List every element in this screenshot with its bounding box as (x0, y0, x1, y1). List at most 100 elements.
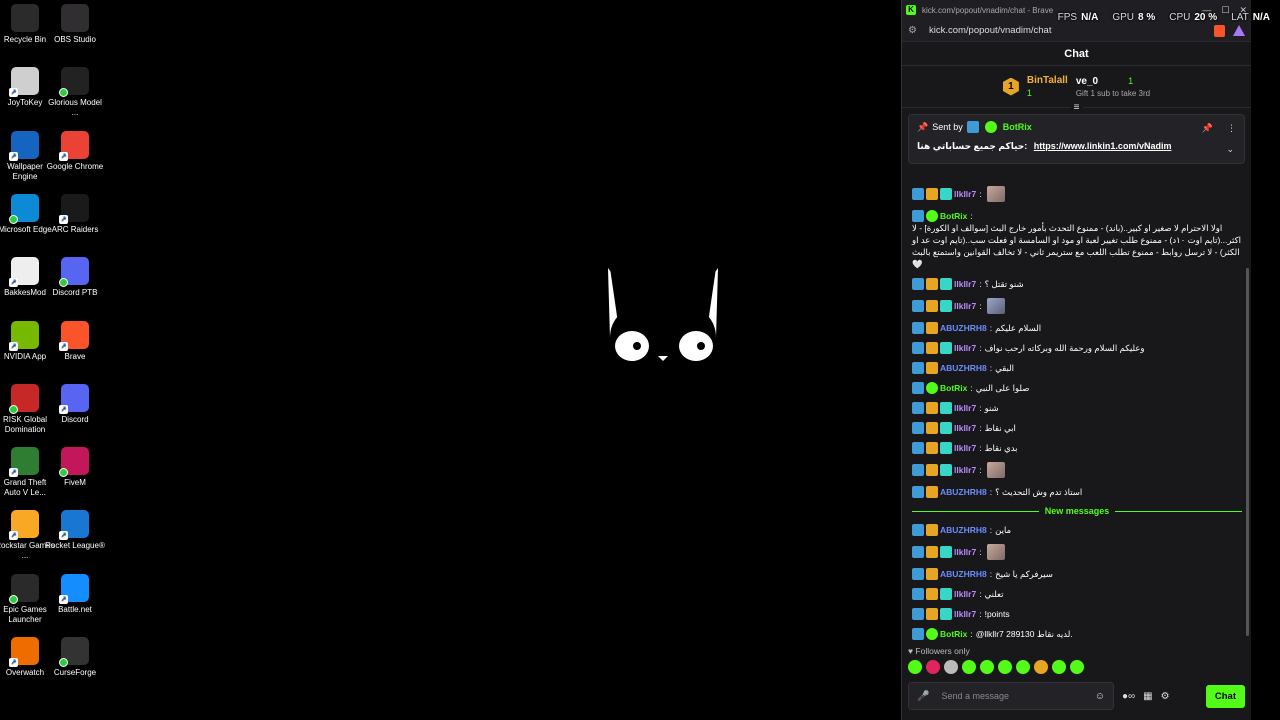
brave-rewards-icon[interactable] (1233, 24, 1245, 36)
settings-icon[interactable]: ⚙ (1161, 691, 1170, 702)
desktop-shortcut[interactable]: Discord PTB (50, 257, 100, 298)
chat-username[interactable]: llkllr7 (954, 402, 976, 414)
shortcut-arrow-icon: ↗ (59, 214, 68, 224)
pinned-link[interactable]: https://www.linkin1.com/vNadim (1034, 141, 1172, 151)
quick-emote-icon[interactable] (1052, 660, 1066, 674)
pinned-sender[interactable]: BotRix (1003, 122, 1032, 132)
quick-emote-icon[interactable] (1016, 660, 1030, 674)
sync-check-icon (59, 88, 68, 98)
chat-message[interactable]: ABUZHRH8: استاذ تدم وش التحديث ؟ (912, 482, 1242, 502)
store-icon[interactable]: ▦ (1143, 691, 1152, 702)
chat-message[interactable]: llkllr7: (912, 294, 1242, 318)
desktop-shortcut[interactable]: CurseForge (50, 637, 100, 678)
gift-prompt[interactable]: Gift 1 sub to take 3rd (1076, 89, 1150, 98)
quick-emote-icon[interactable] (998, 660, 1012, 674)
chat-username[interactable]: llkllr7 (954, 442, 976, 454)
send-chat-button[interactable]: Chat (1205, 684, 1245, 708)
desktop-shortcut[interactable]: ↗ NVIDIA App (0, 320, 50, 362)
desktop-shortcut[interactable]: Glorious Model ... (48, 67, 102, 118)
message-input-box[interactable]: 🎤 ☺ (908, 682, 1114, 710)
desktop-shortcut[interactable]: Microsoft Edge (0, 193, 52, 235)
brave-shields-icon[interactable] (1214, 24, 1225, 37)
chat-username[interactable]: llkllr7 (954, 422, 976, 434)
microphone-icon[interactable]: 🎤 (917, 691, 929, 702)
chat-message[interactable]: llkllr7: شنو تقتل ؟ (912, 274, 1242, 294)
chat-message[interactable]: llkllr7: (912, 458, 1242, 482)
chat-username[interactable]: ABUZHRH8 (940, 322, 987, 334)
desktop-shortcut[interactable]: Recycle Bin (0, 4, 50, 45)
chat-message[interactable]: llkllr7: ابي نقاط (912, 418, 1242, 438)
chat-message[interactable]: BotRix: @llkllr7 289130 لديه نقاط. (912, 624, 1242, 640)
chat-username[interactable]: llkllr7 (954, 188, 976, 200)
desktop-shortcut[interactable]: ↗ Wallpaper Engine (0, 130, 50, 182)
desktop-shortcut[interactable]: ↗ Overwatch (0, 637, 50, 678)
chat-message[interactable]: llkllr7: بدي نقاط (912, 438, 1242, 458)
leader-first-name[interactable]: BinTalall (1027, 75, 1068, 86)
desktop-shortcut[interactable]: ↗ Grand Theft Auto V Le... (0, 447, 50, 498)
desktop-shortcut[interactable]: ↗ Battle.net (50, 573, 100, 615)
chat-message[interactable]: BotRix: اولا الاحترام لا صغير او كبير..(ب… (912, 206, 1242, 274)
leader-second-name[interactable]: ve_0 (1076, 76, 1098, 87)
chat-username[interactable]: llkllr7 (954, 588, 976, 600)
chat-username[interactable]: llkllr7 (954, 300, 976, 312)
points-icon[interactable]: ●∞ (1122, 691, 1135, 702)
chevron-down-icon[interactable]: ⌄ (1226, 144, 1234, 155)
address-bar[interactable]: ⚙ kick.com/popout/vnadim/chat (902, 20, 1251, 42)
desktop-shortcut[interactable]: ↗ Discord (50, 383, 100, 425)
more-options-icon[interactable]: ⋮ (1227, 123, 1236, 134)
quick-emote-icon[interactable] (1034, 660, 1048, 674)
chat-username[interactable]: BotRix (940, 628, 967, 640)
moderator-badge-icon (912, 278, 924, 290)
message-input[interactable] (941, 691, 1095, 701)
desktop-shortcut[interactable]: ↗ Rocket League® (45, 510, 105, 551)
chat-username[interactable]: BotRix (940, 210, 967, 222)
chat-username[interactable]: BotRix (940, 382, 967, 394)
desktop-shortcut[interactable]: FiveM (50, 447, 100, 488)
quick-emote-icon[interactable] (908, 660, 922, 674)
chat-message[interactable]: llkllr7: (912, 182, 1242, 206)
site-settings-icon[interactable]: ⚙ (908, 25, 917, 36)
crown-badge-icon (926, 362, 938, 374)
filter-icon[interactable]: ≡ (1070, 103, 1083, 113)
chat-username[interactable]: ABUZHRH8 (940, 568, 987, 580)
chat-username[interactable]: llkllr7 (954, 278, 976, 290)
quick-emote-icon[interactable] (926, 660, 940, 674)
chat-username[interactable]: ABUZHRH8 (940, 486, 987, 498)
quick-emote-icon[interactable] (1070, 660, 1084, 674)
chat-message[interactable]: llkllr7: تعلني (912, 584, 1242, 604)
gta-icon: ↗ (9, 447, 39, 478)
chat-message[interactable]: llkllr7: (912, 540, 1242, 564)
desktop-shortcut[interactable]: RISK Global Domination (0, 383, 50, 435)
chat-message[interactable]: llkllr7: وعليكم السلام ورحمة الله وبركاته… (912, 338, 1242, 358)
chat-message[interactable]: ABUZHRH8: السلام عليكم (912, 318, 1242, 338)
desktop-shortcut[interactable]: ↗ Google Chrome (47, 130, 103, 172)
desktop-shortcut[interactable]: ↗ ARC Raiders (50, 193, 100, 235)
desktop-shortcut[interactable]: Epic Games Launcher (0, 573, 50, 625)
quick-emote-icon[interactable] (980, 660, 994, 674)
quick-emote-icon[interactable] (962, 660, 976, 674)
chat-username[interactable]: ABUZHRH8 (940, 362, 987, 374)
chat-message[interactable]: ABUZHRH8: البقي (912, 358, 1242, 378)
emoji-picker-icon[interactable]: ☺ (1095, 691, 1105, 702)
chat-message[interactable]: llkllr7: شنو (912, 398, 1242, 418)
chat-username[interactable]: llkllr7 (954, 608, 976, 620)
desktop-shortcut[interactable]: ↗ Brave (50, 320, 100, 362)
chat-message[interactable]: ABUZHRH8: ماين (912, 520, 1242, 540)
desktop-shortcut[interactable]: ↗ BakkesMod (0, 257, 50, 298)
chat-username[interactable]: llkllr7 (954, 546, 976, 558)
chat-message[interactable]: ABUZHRH8: سيرفركم يا شيخ (912, 564, 1242, 584)
desktop-shortcut[interactable]: OBS Studio (50, 4, 100, 45)
chat-username[interactable]: llkllr7 (954, 464, 976, 476)
kick-logo-icon: K (906, 5, 916, 15)
desktop-shortcut[interactable]: ↗ Rockstar Games ... (0, 510, 55, 561)
chat-message-list[interactable]: llkllr7: BotRix: اولا الاحترام لا صغير او … (902, 182, 1248, 640)
url-text[interactable]: kick.com/popout/vnadim/chat (929, 25, 1052, 36)
chat-message[interactable]: llkllr7: !points (912, 604, 1242, 624)
chat-username[interactable]: llkllr7 (954, 342, 976, 354)
unpin-icon[interactable]: 📌 (1202, 123, 1213, 134)
chat-username[interactable]: ABUZHRH8 (940, 524, 987, 536)
chat-scrollbar[interactable] (1246, 268, 1249, 636)
desktop-shortcut[interactable]: ↗ JoyToKey (0, 67, 50, 108)
chat-message[interactable]: BotRix: صلوا على النبي (912, 378, 1242, 398)
quick-emote-icon[interactable] (944, 660, 958, 674)
